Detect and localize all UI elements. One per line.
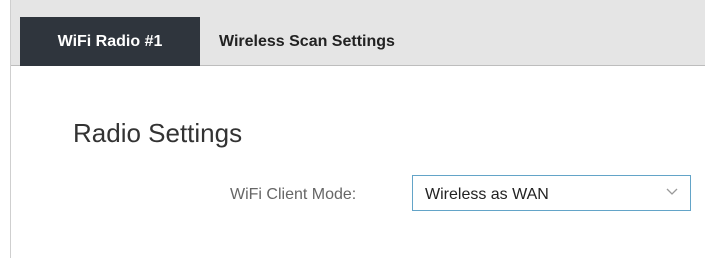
settings-panel: WiFi Radio #1 Wireless Scan Settings Rad… xyxy=(10,0,705,258)
wifi-client-mode-label: WiFi Client Mode: xyxy=(230,186,357,203)
chevron-down-icon xyxy=(666,188,678,195)
tab-bar: WiFi Radio #1 Wireless Scan Settings xyxy=(11,0,705,66)
tab-wireless-scan-settings[interactable]: Wireless Scan Settings xyxy=(200,17,480,66)
wifi-client-mode-select[interactable]: Wireless as WAN xyxy=(412,175,691,211)
tab-wifi-radio-1[interactable]: WiFi Radio #1 xyxy=(20,17,200,66)
selected-value: Wireless as WAN xyxy=(425,186,549,203)
section-title: Radio Settings xyxy=(73,118,243,148)
